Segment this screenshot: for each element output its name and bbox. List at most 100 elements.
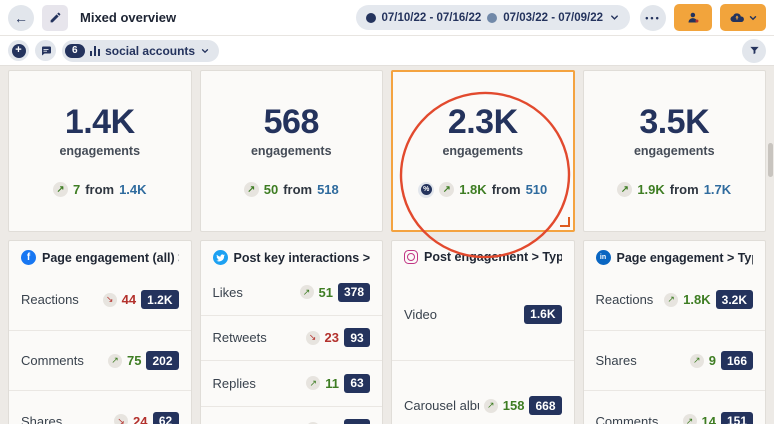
- ellipsis-icon: •••: [645, 13, 660, 23]
- filter-button[interactable]: [742, 39, 766, 63]
- trend-up-icon: ↗: [690, 354, 704, 368]
- add-widget-button[interactable]: +: [8, 40, 29, 61]
- table-row: Comments ↗ 14 151: [584, 390, 766, 424]
- percent-change-icon: %: [418, 182, 434, 198]
- from-label: from: [670, 182, 699, 197]
- value-badge: 93: [344, 328, 370, 347]
- trend-down-icon: ↘: [114, 414, 128, 424]
- trend-down-icon: ↘: [103, 293, 117, 307]
- person-add-icon: [686, 10, 701, 25]
- funnel-icon: [749, 45, 760, 56]
- card-header: Post key interactions > Type: [201, 241, 383, 270]
- card-header: in Page engagement > Type: [584, 241, 766, 270]
- report-canvas: 1.4K engagements ↗ 7 from 1.4K 568 engag…: [0, 66, 774, 424]
- delta-line: % ↗ 1.8K from 510: [418, 182, 547, 198]
- metric-value: 3.5K: [639, 105, 709, 139]
- compare-range-dot: [487, 13, 497, 23]
- metric-card-engagements-1[interactable]: 1.4K engagements ↗ 7 from 1.4K: [8, 70, 192, 232]
- social-accounts-dropdown[interactable]: 6 social accounts: [62, 40, 219, 62]
- accounts-label: social accounts: [105, 44, 195, 58]
- trend-up-icon: ↗: [244, 182, 259, 197]
- twitter-icon: [213, 250, 228, 265]
- pencil-icon: [49, 11, 62, 24]
- breakdown-card-instagram[interactable]: Post engagement > Type Video 1.6K Carous…: [391, 240, 575, 424]
- table-row: Retweets ↘ 23 93: [201, 315, 383, 361]
- metric-value: 2.3K: [448, 105, 518, 139]
- facebook-icon: f: [21, 250, 36, 265]
- trend-up-icon: ↗: [683, 414, 697, 424]
- table-row: Reactions ↘ 44 1.2K: [9, 270, 191, 330]
- metric-value: 568: [264, 105, 319, 139]
- delta-value: 1.8K: [459, 182, 486, 197]
- previous-value: 1.7K: [704, 182, 731, 197]
- value-badge: 63: [344, 374, 370, 393]
- table-row: Comments ↗ 75 202: [9, 330, 191, 391]
- card-body: Reactions ↗ 1.8K 3.2K Shares ↗ 9 166 Com…: [584, 270, 766, 424]
- table-row: Likes ↗ 51 378: [201, 270, 383, 315]
- delta-value: 7: [73, 182, 80, 197]
- card-header: f Page engagement (all) > T…: [9, 241, 191, 270]
- delta-value: 50: [264, 182, 278, 197]
- export-report-button[interactable]: [720, 4, 766, 31]
- breakdown-card-facebook[interactable]: f Page engagement (all) > T… Reactions ↘…: [8, 240, 192, 424]
- from-label: from: [85, 182, 114, 197]
- metric-card-engagements-2[interactable]: 568 engagements ↗ 50 from 518: [200, 70, 384, 232]
- trend-up-icon: ↗: [439, 182, 454, 197]
- back-arrow-icon: ←: [14, 11, 28, 25]
- from-label: from: [283, 182, 312, 197]
- card-body: Likes ↗ 51 378 Retweets ↘ 23 93 Replies …: [201, 270, 383, 424]
- trend-down-icon: ↘: [306, 331, 320, 345]
- table-row: Quote tweets ↗ 11 34: [201, 406, 383, 424]
- compare-date-range: 07/03/22 - 07/09/22: [503, 12, 603, 24]
- delta-line: ↗ 50 from 518: [244, 182, 339, 197]
- plus-icon: +: [12, 44, 26, 58]
- more-options-button[interactable]: •••: [640, 5, 666, 31]
- table-row: Replies ↗ 11 63: [201, 360, 383, 406]
- breakdown-card-row: f Page engagement (all) > T… Reactions ↘…: [8, 240, 766, 424]
- filters-toolbar: + 6 social accounts: [0, 36, 774, 66]
- bar-chart-icon: [90, 46, 101, 56]
- table-row: Video 1.6K: [392, 269, 574, 360]
- primary-range-dot: [366, 13, 376, 23]
- value-badge: 668: [529, 396, 561, 415]
- value-badge: 378: [338, 283, 370, 302]
- value-badge: 151: [721, 412, 753, 424]
- from-label: from: [492, 182, 521, 197]
- vertical-scrollbar-thumb[interactable]: [768, 143, 773, 177]
- previous-value: 518: [317, 182, 339, 197]
- card-title: Page engagement (all) > T…: [42, 251, 179, 265]
- value-badge: 34: [344, 419, 370, 424]
- metric-card-engagements-4[interactable]: 3.5K engagements ↗ 1.9K from 1.7K: [583, 70, 767, 232]
- card-body: Video 1.6K Carousel album ↗ 158 668: [392, 269, 574, 424]
- metric-label: engagements: [59, 144, 140, 158]
- card-title: Post engagement > Type: [424, 250, 562, 264]
- trend-up-icon: ↗: [306, 376, 320, 390]
- table-row: Shares ↗ 9 166: [584, 330, 766, 391]
- previous-value: 1.4K: [119, 182, 146, 197]
- previous-value: 510: [526, 182, 548, 197]
- card-header: Post engagement > Type: [392, 241, 574, 269]
- page-title: Mixed overview: [80, 10, 176, 25]
- breakdown-card-linkedin[interactable]: in Page engagement > Type Reactions ↗ 1.…: [583, 240, 767, 424]
- value-badge: 1.2K: [141, 290, 178, 309]
- delta-line: ↗ 1.9K from 1.7K: [617, 182, 731, 197]
- metric-card-engagements-3-selected[interactable]: 2.3K engagements % ↗ 1.8K from 510: [391, 70, 575, 232]
- date-range-selector[interactable]: 07/10/22 - 07/16/22 07/03/22 - 07/09/22: [356, 5, 631, 30]
- back-button[interactable]: ←: [8, 5, 34, 31]
- metric-label: engagements: [442, 144, 523, 158]
- chevron-down-icon: [200, 46, 210, 56]
- card-title: Page engagement > Type: [617, 251, 754, 265]
- edit-report-button[interactable]: [42, 5, 68, 31]
- metric-label: engagements: [251, 144, 332, 158]
- breakdown-card-twitter[interactable]: Post key interactions > Type Likes ↗ 51 …: [200, 240, 384, 424]
- chevron-down-icon: [609, 12, 620, 23]
- linkedin-icon: in: [596, 250, 611, 265]
- metric-value: 1.4K: [65, 105, 135, 139]
- value-badge: 166: [721, 351, 753, 370]
- trend-up-icon: ↗: [484, 399, 498, 413]
- trend-up-icon: ↗: [300, 285, 314, 299]
- share-report-button[interactable]: [674, 4, 712, 31]
- primary-date-range: 07/10/22 - 07/16/22: [382, 12, 482, 24]
- top-bar: ← Mixed overview 07/10/22 - 07/16/22 07/…: [0, 0, 774, 36]
- comments-button[interactable]: [35, 40, 56, 61]
